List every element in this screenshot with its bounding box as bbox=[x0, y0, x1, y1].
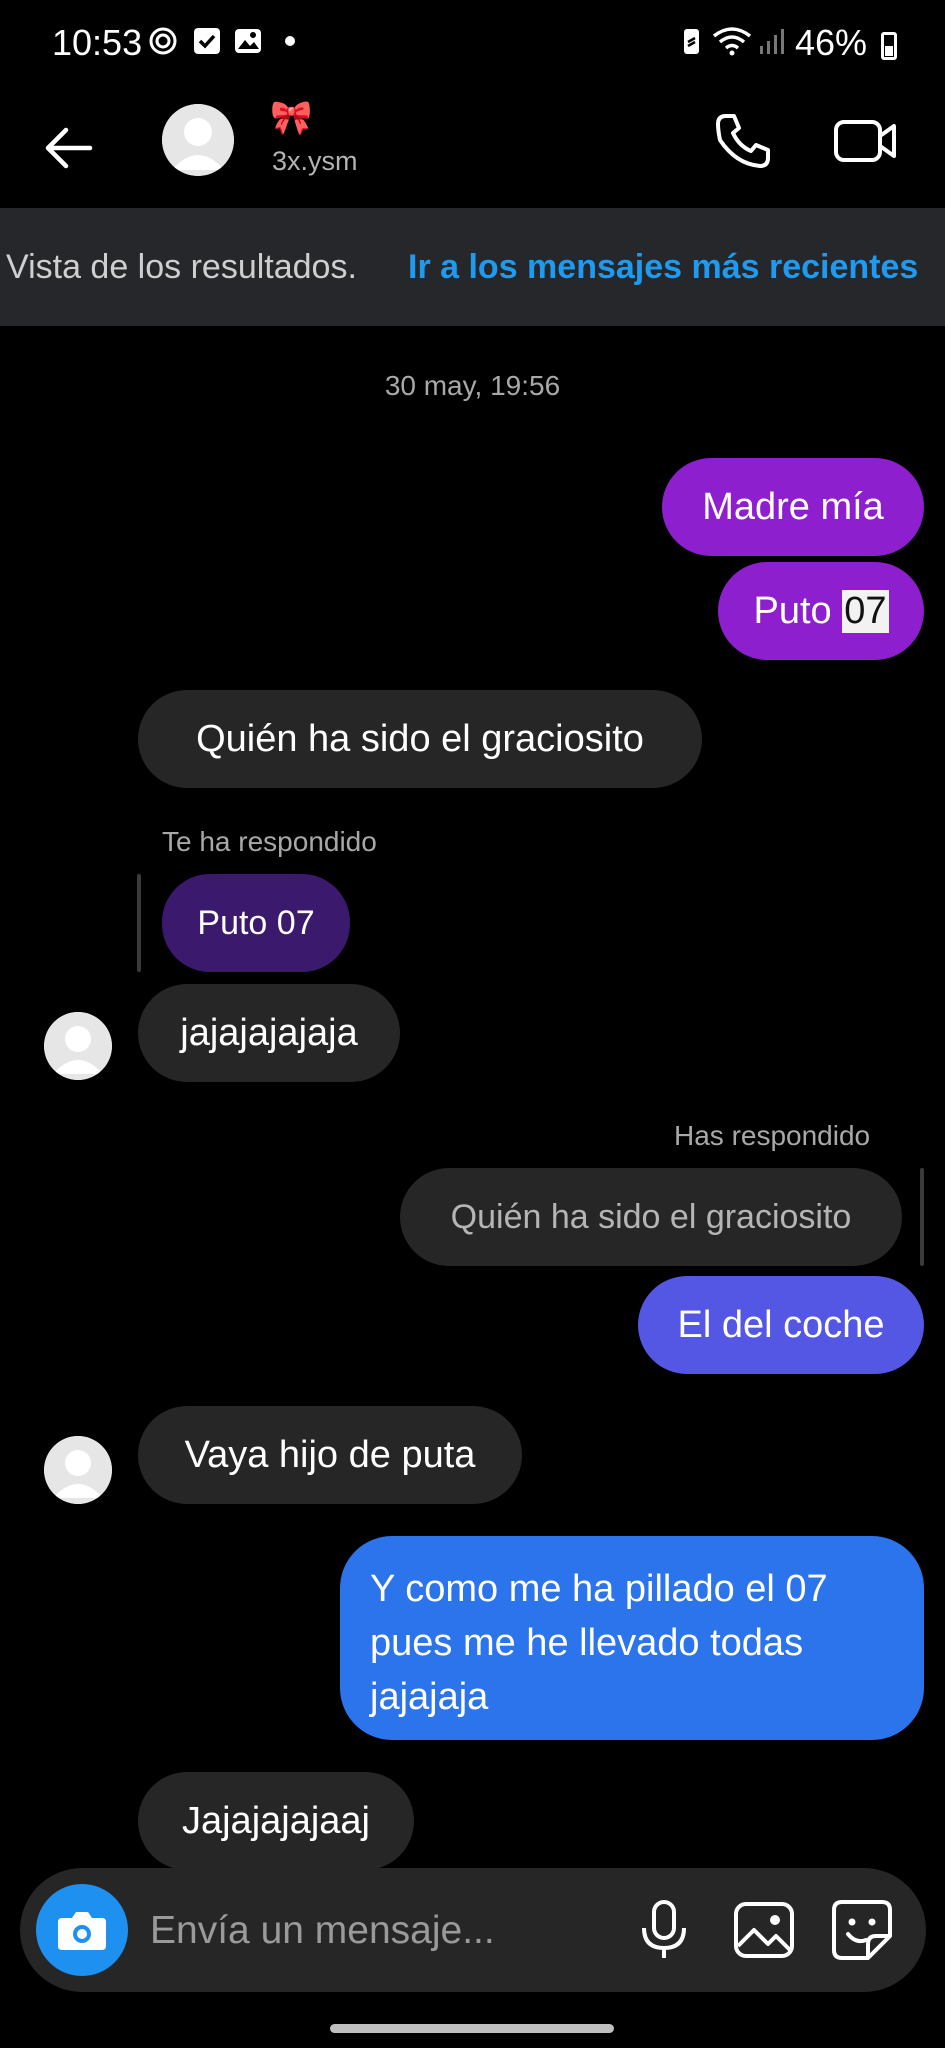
reply-indicator-line bbox=[137, 874, 141, 972]
message-composer bbox=[20, 1868, 926, 1992]
camera-icon bbox=[58, 1912, 106, 1950]
contact-avatar-small[interactable] bbox=[44, 1012, 112, 1080]
back-arrow-icon[interactable] bbox=[36, 114, 104, 182]
contact-avatar[interactable] bbox=[162, 104, 234, 176]
search-results-banner: Vista de los resultados. Ir a los mensaj… bbox=[0, 208, 945, 326]
contact-username[interactable]: 3x.ysm bbox=[272, 146, 358, 177]
video-camera-icon[interactable] bbox=[832, 110, 898, 172]
contact-display-name[interactable]: 🎀 bbox=[270, 98, 312, 138]
message-timestamp: 30 may, 19:56 bbox=[384, 370, 561, 401]
signal-icon bbox=[760, 29, 784, 54]
battery-saver-icon bbox=[684, 29, 699, 54]
message-input[interactable] bbox=[148, 1896, 632, 1966]
wifi-icon bbox=[712, 27, 752, 56]
message-text: Puto bbox=[753, 589, 843, 632]
status-time: 10:53 bbox=[52, 22, 143, 63]
camera-button[interactable] bbox=[36, 1884, 128, 1976]
reply-indicator-line bbox=[920, 1168, 924, 1266]
contact-avatar-small[interactable] bbox=[44, 1436, 112, 1504]
incoming-message[interactable]: jajajajajaja bbox=[138, 984, 400, 1082]
reply-caption: Te ha respondido bbox=[162, 826, 377, 857]
battery-percent: 46% bbox=[794, 22, 867, 63]
gallery-icon bbox=[235, 29, 261, 53]
banner-text: Vista de los resultados. bbox=[6, 248, 357, 286]
phone-icon[interactable] bbox=[712, 110, 774, 172]
microphone-icon[interactable] bbox=[630, 1896, 698, 1964]
search-highlight: 07 bbox=[842, 589, 889, 633]
outgoing-message[interactable]: Y como me ha pillado el 07 pues me he ll… bbox=[340, 1536, 924, 1740]
dm-screen: 10:53 46% 🎀 3x.ysm Vista de los resultad… bbox=[0, 0, 945, 2048]
incoming-message[interactable]: Quién ha sido el graciosito bbox=[138, 690, 702, 788]
pinwheel-icon bbox=[149, 27, 177, 55]
checkbox-icon bbox=[194, 28, 220, 54]
replied-message-quote[interactable]: Puto 07 bbox=[162, 874, 350, 972]
home-indicator[interactable] bbox=[330, 2024, 614, 2033]
reply-caption: Has respondido bbox=[674, 1120, 871, 1151]
outgoing-message[interactable]: Madre mía bbox=[662, 458, 924, 556]
status-bar: 10:53 46% bbox=[0, 0, 945, 90]
incoming-message[interactable]: Vaya hijo de puta bbox=[138, 1406, 522, 1504]
replied-message-quote[interactable]: Quién ha sido el graciosito bbox=[400, 1168, 902, 1266]
battery-icon bbox=[881, 32, 897, 60]
outgoing-message[interactable]: El del coche bbox=[638, 1276, 924, 1374]
outgoing-message[interactable]: Puto 07 bbox=[718, 562, 924, 660]
default-avatar-icon bbox=[162, 104, 234, 176]
default-avatar-icon bbox=[44, 1012, 112, 1080]
default-avatar-icon bbox=[44, 1436, 112, 1504]
gallery-icon[interactable] bbox=[730, 1896, 798, 1964]
jump-to-recent-link[interactable]: Ir a los mensajes más recientes bbox=[408, 248, 918, 287]
incoming-message[interactable]: Jajajajajaaj bbox=[138, 1772, 414, 1870]
dot-icon bbox=[285, 36, 295, 46]
sticker-icon[interactable] bbox=[828, 1896, 896, 1964]
chat-header: 🎀 3x.ysm bbox=[0, 90, 945, 208]
